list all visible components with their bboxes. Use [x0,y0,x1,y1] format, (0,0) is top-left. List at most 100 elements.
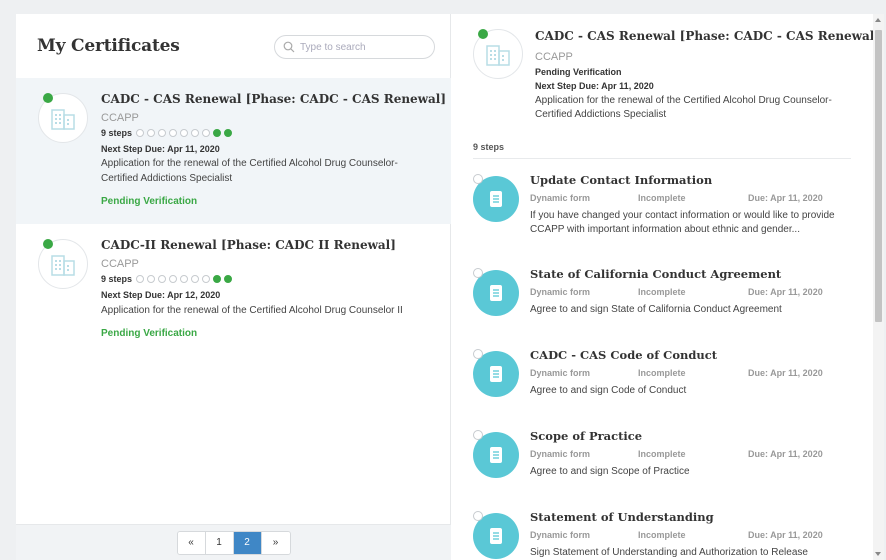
building-icon [51,255,75,276]
building-icon [51,109,75,130]
certificates-panel: My Certificates Type to search CADC - CA… [16,14,451,560]
certificate-item[interactable]: CADC - CAS Renewal [Phase: CADC - CAS Re… [16,78,451,224]
step-indicator [180,275,189,283]
task-status-dot [473,349,483,359]
pagination: « 1 2 » [176,530,291,555]
task-status-dot [473,511,483,521]
step-indicator [158,129,167,137]
step-indicator [213,129,222,137]
task-name[interactable]: Statement of Understanding [530,510,714,524]
step-indicator [202,129,211,137]
task-name[interactable]: Scope of Practice [530,429,642,443]
pagination-bar: « 1 2 » [16,524,451,560]
task-status: Incomplete [638,287,686,297]
pagination-next-button[interactable]: » [261,531,290,554]
task-due: Due: Apr 11, 2020 [748,193,823,203]
step-indicator [191,275,200,283]
certificate-steps: 9 steps [101,274,235,284]
task-status: Incomplete [638,449,686,459]
certificate-title: CADC-II Renewal [Phase: CADC II Renewal] [101,238,396,252]
task-name[interactable]: Update Contact Information [530,173,712,187]
steps-label: 9 steps [101,274,133,284]
detail-org: CCAPP [535,51,573,63]
scrollbar-thumb[interactable] [875,30,882,322]
detail-next-step-due: Next Step Due: Apr 11, 2020 [535,81,654,91]
step-indicator [202,275,211,283]
task-type: Dynamic form [530,368,591,378]
document-icon [490,191,502,207]
certificate-detail-panel: CADC - CAS Renewal [Phase: CADC - CAS Re… [451,14,884,560]
scroll-up-arrow-icon[interactable] [875,18,881,22]
status-dot [43,93,53,103]
search-icon [283,41,295,53]
certificate-status: Pending Verification [101,196,198,207]
step-indicator [147,275,156,283]
document-icon [490,528,502,544]
steps-progress [136,129,235,137]
detail-title: CADC - CAS Renewal [Phase: CADC - CAS Re… [535,29,881,43]
status-dot [43,239,53,249]
certificate-title: CADC - CAS Renewal [Phase: CADC - CAS Re… [101,92,447,106]
step-indicator [169,129,178,137]
task-name[interactable]: CADC - CAS Code of Conduct [530,348,717,362]
task-due: Due: Apr 11, 2020 [748,368,823,378]
step-indicator [180,129,189,137]
task-due: Due: Apr 11, 2020 [748,449,823,459]
certificate-org: CCAPP [101,112,139,124]
step-indicator [158,275,167,283]
task-type: Dynamic form [530,287,591,297]
task-description: Agree to and sign Scope of Practice [530,466,690,477]
steps-progress [136,275,235,283]
detail-steps-label: 9 steps [473,142,505,152]
certificate-item[interactable]: CADC-II Renewal [Phase: CADC II Renewal]… [16,224,451,344]
detail-status: Pending Verification [535,67,622,77]
step-indicator [213,275,222,283]
step-indicator [136,275,145,283]
certificate-description: Application for the renewal of the Certi… [101,305,403,316]
task-type: Dynamic form [530,449,591,459]
search-box[interactable] [274,35,435,59]
task-due: Due: Apr 11, 2020 [748,530,823,540]
certificate-description: Application for the renewal of the Certi… [101,158,398,184]
task-description: If you have changed your contact informa… [530,210,835,235]
task-status: Incomplete [638,193,686,203]
task-name[interactable]: State of California Conduct Agreement [530,267,781,281]
certificates-header: My Certificates [16,14,450,78]
search-input[interactable] [300,41,430,53]
next-step-due: Next Step Due: Apr 12, 2020 [101,290,221,300]
task-type: Dynamic form [530,193,591,203]
task-description: Sign Statement of Understanding and Auth… [530,547,808,558]
steps-label: 9 steps [101,128,133,138]
step-indicator [191,129,200,137]
detail-description: Application for the renewal of the Certi… [535,95,832,120]
task-status: Incomplete [638,530,686,540]
certificate-status: Pending Verification [101,328,198,339]
task-status-dot [473,268,483,278]
task-status-dot [473,430,483,440]
certificate-steps: 9 steps [101,128,235,138]
step-indicator [136,129,145,137]
task-description: Agree to and sign Code of Conduct [530,385,687,396]
document-icon [490,447,502,463]
building-icon [486,45,510,66]
app-frame: My Certificates Type to search CADC - CA… [16,14,884,560]
status-dot [478,29,488,39]
certificate-org: CCAPP [101,258,139,270]
document-icon [490,285,502,301]
task-status: Incomplete [638,368,686,378]
pagination-page-1[interactable]: 1 [205,531,234,554]
page-title: My Certificates [37,36,180,56]
document-icon [490,366,502,382]
step-indicator [224,129,233,137]
scroll-down-arrow-icon[interactable] [875,552,881,556]
task-type: Dynamic form [530,530,591,540]
step-indicator [169,275,178,283]
divider [473,158,851,159]
scrollbar[interactable] [873,14,884,560]
step-indicator [147,129,156,137]
pagination-prev-button[interactable]: « [177,531,206,554]
next-step-due: Next Step Due: Apr 11, 2020 [101,144,220,154]
pagination-page-2[interactable]: 2 [233,531,262,554]
task-description: Agree to and sign State of California Co… [530,304,782,315]
task-due: Due: Apr 11, 2020 [748,287,823,297]
